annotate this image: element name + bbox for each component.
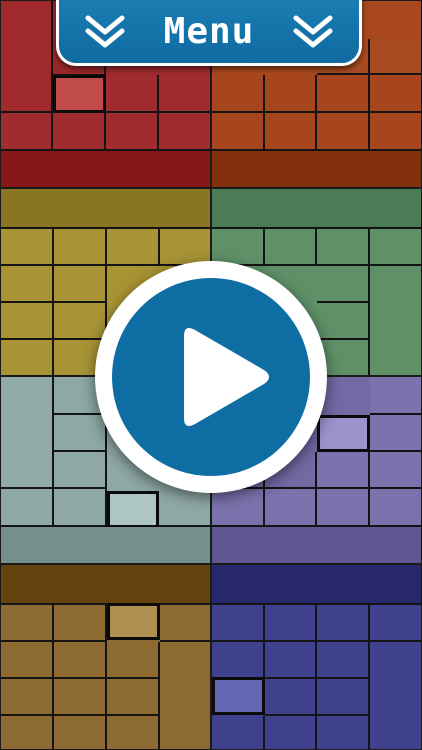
panel-header-bar bbox=[212, 189, 421, 229]
grid-cell bbox=[212, 716, 265, 749]
selected-cell[interactable] bbox=[107, 603, 160, 640]
grid-cell bbox=[317, 113, 370, 151]
grid-cell bbox=[54, 266, 107, 303]
panel-header-bar bbox=[212, 565, 421, 605]
menu-button[interactable]: Menu bbox=[56, 0, 362, 66]
grid-cell bbox=[212, 75, 265, 113]
grid-cell bbox=[212, 642, 265, 679]
grid-cell bbox=[265, 605, 317, 642]
grid-cell bbox=[1, 716, 54, 749]
grid-cell bbox=[370, 415, 421, 452]
menu-label: Menu bbox=[163, 11, 255, 52]
grid-cell bbox=[160, 605, 210, 642]
grid-cell bbox=[317, 716, 370, 749]
grid-cell bbox=[54, 229, 107, 266]
grid-cell bbox=[317, 452, 370, 489]
panel-header-bar bbox=[1, 565, 210, 605]
grid-cell bbox=[54, 415, 107, 452]
grid-cell bbox=[54, 489, 107, 527]
grid-cell bbox=[317, 266, 370, 303]
grid-cell bbox=[106, 113, 159, 151]
grid-cell bbox=[1, 642, 54, 679]
grid-cell bbox=[107, 642, 160, 679]
grid-cell bbox=[1, 489, 54, 527]
grid-cell bbox=[107, 716, 160, 749]
grid-cell bbox=[1, 229, 54, 266]
selected-cell[interactable] bbox=[212, 677, 265, 715]
grid-cell bbox=[370, 75, 421, 113]
selected-cell[interactable] bbox=[107, 491, 159, 528]
grid-cell bbox=[317, 303, 370, 340]
grid-cell bbox=[1, 340, 54, 375]
grid-cell bbox=[265, 489, 317, 527]
grid-cell bbox=[1, 266, 54, 303]
grid-cell bbox=[370, 489, 421, 527]
grid-cell bbox=[53, 113, 106, 151]
grid-cell bbox=[54, 303, 107, 340]
grid-cell bbox=[1, 679, 54, 716]
grid-cell bbox=[370, 113, 421, 151]
grid-cell bbox=[159, 113, 210, 151]
grid-cell bbox=[317, 75, 370, 113]
grid-cell bbox=[370, 39, 421, 75]
grid-cell bbox=[212, 605, 265, 642]
grid-cell bbox=[317, 679, 370, 716]
grid-cell bbox=[370, 229, 421, 266]
grid-cell bbox=[54, 679, 107, 716]
play-button[interactable] bbox=[95, 261, 327, 493]
grid-cell bbox=[1, 113, 53, 151]
panel-footer-bar bbox=[212, 527, 421, 563]
grid-cell bbox=[54, 642, 107, 679]
grid-cell bbox=[54, 605, 107, 642]
grid-cell bbox=[1, 605, 54, 642]
grid-cell bbox=[317, 605, 370, 642]
selected-cell[interactable] bbox=[53, 75, 106, 113]
grid-cell bbox=[159, 489, 210, 527]
grid-cell bbox=[265, 679, 317, 716]
grid-cell bbox=[1, 1, 53, 113]
grid-cell bbox=[54, 452, 107, 489]
grid-cell bbox=[54, 716, 107, 749]
grid-cell bbox=[106, 75, 159, 113]
grid-cell bbox=[265, 75, 317, 113]
grid-cell bbox=[317, 229, 370, 266]
double-chevron-down-icon bbox=[85, 15, 125, 47]
play-icon bbox=[184, 328, 269, 426]
grid-cell bbox=[265, 229, 317, 266]
double-chevron-down-icon bbox=[293, 15, 333, 47]
grid-cell bbox=[265, 642, 317, 679]
grid-cell bbox=[265, 716, 317, 749]
grid-cell bbox=[212, 113, 265, 151]
grid-cell bbox=[107, 679, 160, 716]
grid-cell bbox=[370, 642, 421, 749]
grid-cell bbox=[370, 266, 421, 375]
grid-cell bbox=[370, 377, 421, 415]
grid-cell bbox=[265, 113, 317, 151]
play-button-disc bbox=[112, 278, 310, 476]
grid-cell bbox=[1, 377, 54, 489]
grid-cell bbox=[212, 489, 265, 527]
panel-footer-bar bbox=[1, 527, 210, 563]
panel-footer-bar bbox=[1, 151, 210, 187]
grid-cell bbox=[1, 303, 54, 340]
navy-block-panel[interactable] bbox=[211, 564, 422, 750]
grid-cell bbox=[317, 642, 370, 679]
grid-cell bbox=[160, 642, 210, 749]
panel-header-bar bbox=[1, 189, 210, 229]
grid-cell bbox=[107, 229, 160, 266]
brown-block-panel[interactable] bbox=[0, 564, 211, 750]
panel-footer-bar bbox=[212, 151, 421, 187]
grid-cell bbox=[370, 605, 421, 642]
grid-cell bbox=[159, 75, 210, 113]
grid-cell bbox=[370, 452, 421, 489]
grid-cell bbox=[317, 489, 370, 527]
selected-cell[interactable] bbox=[317, 415, 370, 452]
